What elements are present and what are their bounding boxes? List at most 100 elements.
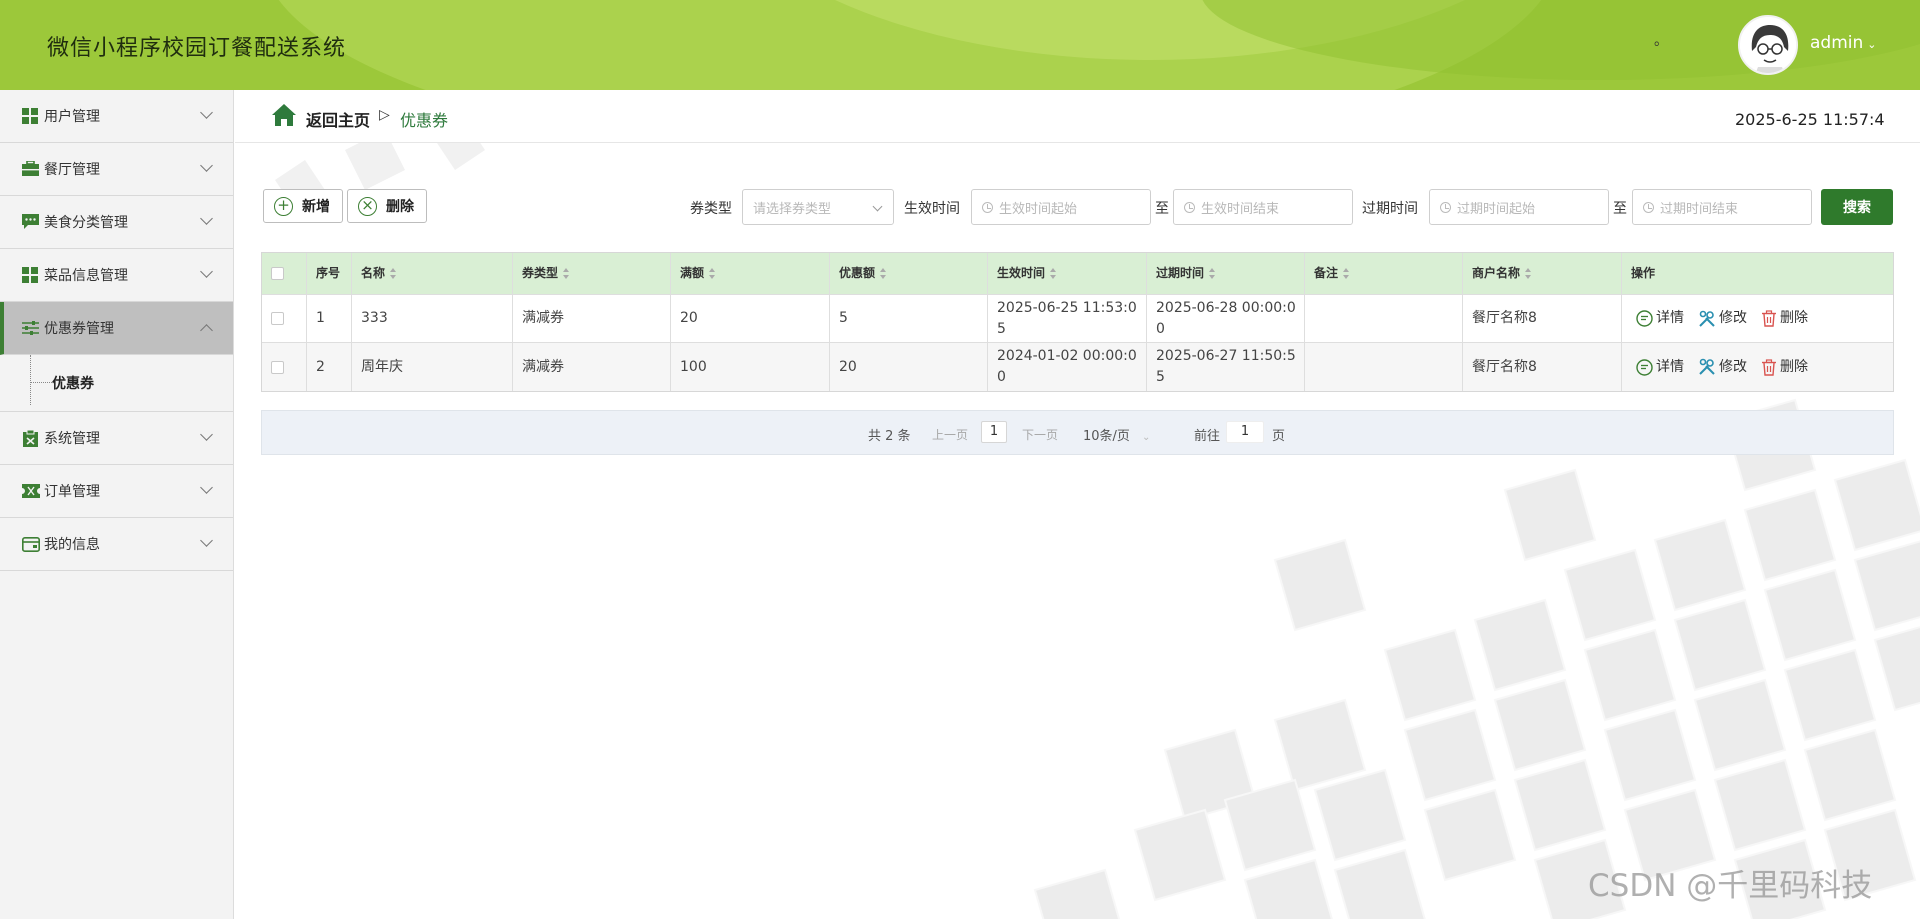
goto-page-input[interactable]: 1	[1226, 421, 1264, 443]
sidebar-item-label: 菜品信息管理	[44, 268, 128, 284]
sort-icon[interactable]	[1525, 267, 1532, 280]
sidebar-subitem-coupon[interactable]: 优惠券	[0, 355, 233, 412]
cell-name: 333	[352, 295, 513, 342]
column-header-label: 优惠额	[839, 266, 876, 280]
tree-line	[30, 355, 31, 405]
chevron-up-icon	[200, 324, 213, 337]
detail-label: 详情	[1656, 310, 1684, 326]
cell-effective: 2024-01-02 00:00:00	[988, 343, 1147, 391]
breadcrumb-home-link[interactable]: 返回主页	[306, 107, 370, 131]
briefcase-icon	[21, 160, 40, 179]
cell-type: 满减券	[513, 343, 671, 391]
sort-icon[interactable]	[880, 267, 887, 280]
sidebar-item-label: 订单管理	[44, 484, 100, 500]
page-size-select[interactable]: 10条/页 ⌄	[1083, 425, 1150, 444]
expire-start-placeholder: 过期时间起始	[1457, 201, 1536, 217]
clock-icon	[1643, 201, 1654, 213]
main-content: 返回主页 ▷ 优惠券 2025-6-25 11:57:4 + 新增 × 删除 券…	[235, 90, 1920, 919]
column-header-label: 名称	[361, 266, 386, 280]
sort-icon[interactable]	[563, 267, 570, 280]
column-header[interactable]: 生效时间	[988, 253, 1147, 294]
delete-button[interactable]: × 删除	[347, 189, 427, 223]
app-title: 微信小程序校园订餐配送系统	[47, 36, 347, 61]
cell-note	[1305, 295, 1463, 342]
cell-note	[1305, 343, 1463, 391]
column-header[interactable]: 过期时间	[1147, 253, 1305, 294]
chat-icon	[21, 213, 40, 232]
sidebar-item-food-category[interactable]: 美食分类管理	[0, 196, 233, 249]
column-header: 序号	[307, 253, 352, 294]
cell-discount: 20	[830, 343, 988, 391]
row-checkbox[interactable]	[271, 360, 284, 374]
sidebar-item-coupon-management[interactable]: 优惠券管理	[0, 302, 233, 355]
expire-start-input[interactable]: 过期时间起始	[1429, 189, 1609, 225]
select-all-cell	[262, 253, 307, 294]
edit-label: 修改	[1719, 310, 1747, 326]
current-page[interactable]: 1	[981, 421, 1007, 443]
row-delete-button[interactable]: 删除	[1761, 308, 1808, 329]
next-page-button[interactable]: 下一页	[1022, 426, 1058, 443]
column-header-label: 生效时间	[997, 266, 1046, 280]
sort-icon[interactable]	[1343, 267, 1350, 280]
sidebar-item-label: 用户管理	[44, 109, 100, 125]
clock-icon	[1440, 201, 1451, 213]
cell-merchant: 餐厅名称8	[1463, 295, 1622, 342]
edit-button[interactable]: 修改	[1698, 357, 1747, 378]
edit-button[interactable]: 修改	[1698, 308, 1747, 329]
cell-actions: 详情 修改 删除	[1622, 343, 1893, 391]
sidebar-item-system-management[interactable]: 系统管理	[0, 412, 233, 465]
column-header[interactable]: 满额	[671, 253, 830, 294]
coupon-type-select[interactable]: 请选择券类型	[742, 189, 894, 225]
search-button[interactable]: 搜索	[1821, 189, 1893, 225]
detail-icon	[1636, 358, 1653, 376]
sort-icon[interactable]	[1209, 267, 1216, 280]
select-all-checkbox[interactable]	[271, 267, 284, 280]
cell-expire: 2025-06-28 00:00:00	[1147, 295, 1305, 342]
column-header-label: 券类型	[522, 266, 559, 280]
column-header[interactable]: 优惠额	[830, 253, 988, 294]
detail-icon	[1636, 310, 1653, 327]
detail-button[interactable]: 详情	[1636, 357, 1684, 378]
sort-icon[interactable]	[1050, 267, 1057, 280]
column-header[interactable]: 商户名称	[1463, 253, 1622, 294]
row-checkbox[interactable]	[271, 312, 284, 325]
sidebar-item-user-management[interactable]: 用户管理	[0, 90, 233, 143]
chevron-down-icon	[872, 201, 883, 212]
sidebar-subitem-label: 优惠券	[52, 376, 94, 392]
prev-page-button[interactable]: 上一页	[932, 426, 968, 443]
chevron-down-icon	[200, 481, 213, 494]
sidebar-item-dish-info[interactable]: 菜品信息管理	[0, 249, 233, 302]
expire-end-input[interactable]: 过期时间结束	[1632, 189, 1812, 225]
header-dot: 。	[1654, 33, 1668, 49]
chevron-down-icon	[200, 106, 213, 119]
sliders-icon	[21, 319, 40, 338]
coupon-type-placeholder: 请选择券类型	[753, 201, 832, 217]
avatar[interactable]	[1738, 15, 1798, 75]
sort-icon[interactable]	[390, 267, 397, 280]
clock-icon	[982, 201, 993, 213]
sort-icon[interactable]	[709, 267, 716, 280]
effective-start-input[interactable]: 生效时间起始	[971, 189, 1151, 225]
column-header[interactable]: 备注	[1305, 253, 1463, 294]
effective-end-input[interactable]: 生效时间结束	[1173, 189, 1353, 225]
row-delete-button[interactable]: 删除	[1761, 357, 1808, 378]
table-header-row: 序号 名称 券类型 满额 优惠额 生效时间 过期时间 备注 商户名称 操作	[262, 253, 1893, 295]
column-header[interactable]: 券类型	[513, 253, 671, 294]
sidebar-item-restaurant-management[interactable]: 餐厅管理	[0, 143, 233, 196]
column-header-label: 满额	[680, 266, 705, 280]
home-icon[interactable]	[271, 103, 297, 131]
add-button[interactable]: + 新增	[263, 189, 343, 223]
sidebar-item-order-management[interactable]: 订单管理	[0, 465, 233, 518]
chevron-down-icon: ⌄	[1141, 432, 1151, 443]
detail-button[interactable]: 详情	[1636, 308, 1684, 329]
column-header[interactable]: 名称	[352, 253, 513, 294]
chevron-down-icon	[200, 534, 213, 547]
grid-icon	[21, 266, 40, 285]
row-select-cell	[262, 295, 307, 342]
cell-discount: 5	[830, 295, 988, 342]
sidebar-item-my-info[interactable]: 我的信息	[0, 518, 233, 571]
page-unit-label: 页	[1272, 429, 1286, 444]
sidebar-item-label: 我的信息	[44, 537, 100, 553]
user-menu[interactable]: admin ⌄	[1810, 33, 1877, 53]
cell-merchant: 餐厅名称8	[1463, 343, 1622, 391]
